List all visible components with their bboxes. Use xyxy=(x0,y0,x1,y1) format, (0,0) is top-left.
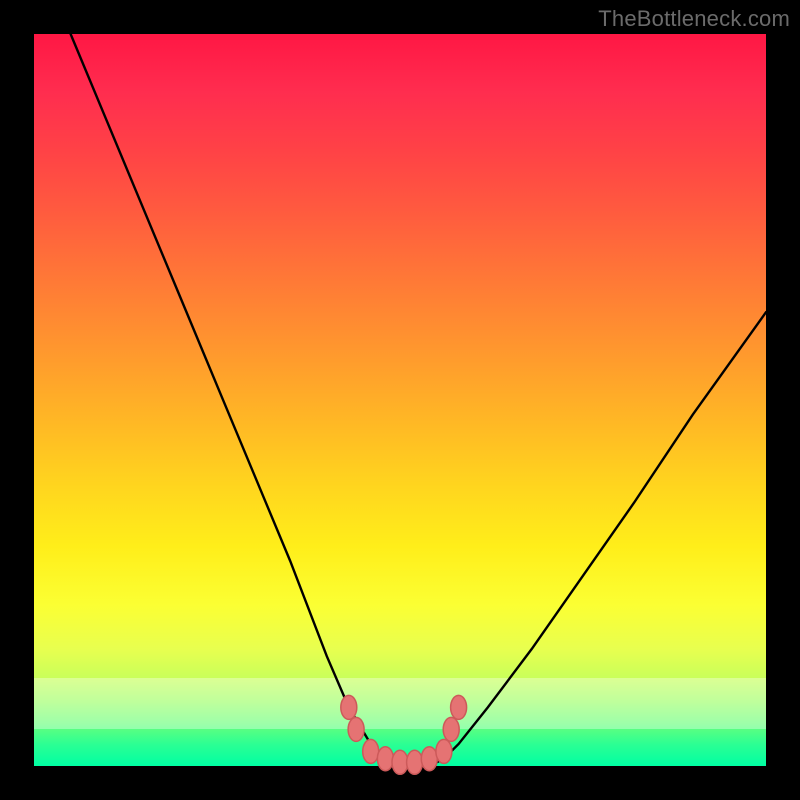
curve-marker xyxy=(348,717,364,741)
curve-markers xyxy=(341,695,467,774)
chart-frame: TheBottleneck.com xyxy=(0,0,800,800)
curve-marker xyxy=(451,695,467,719)
curve-marker xyxy=(363,739,379,763)
curve-marker xyxy=(407,750,423,774)
curve-marker xyxy=(341,695,357,719)
curve-marker xyxy=(377,747,393,771)
plot-area xyxy=(34,34,766,766)
curve-marker xyxy=(436,739,452,763)
attribution-label: TheBottleneck.com xyxy=(598,6,790,32)
curve-marker xyxy=(443,717,459,741)
bottleneck-curve xyxy=(71,34,766,766)
curve-layer xyxy=(34,34,766,766)
curve-marker xyxy=(392,750,408,774)
curve-marker xyxy=(421,747,437,771)
